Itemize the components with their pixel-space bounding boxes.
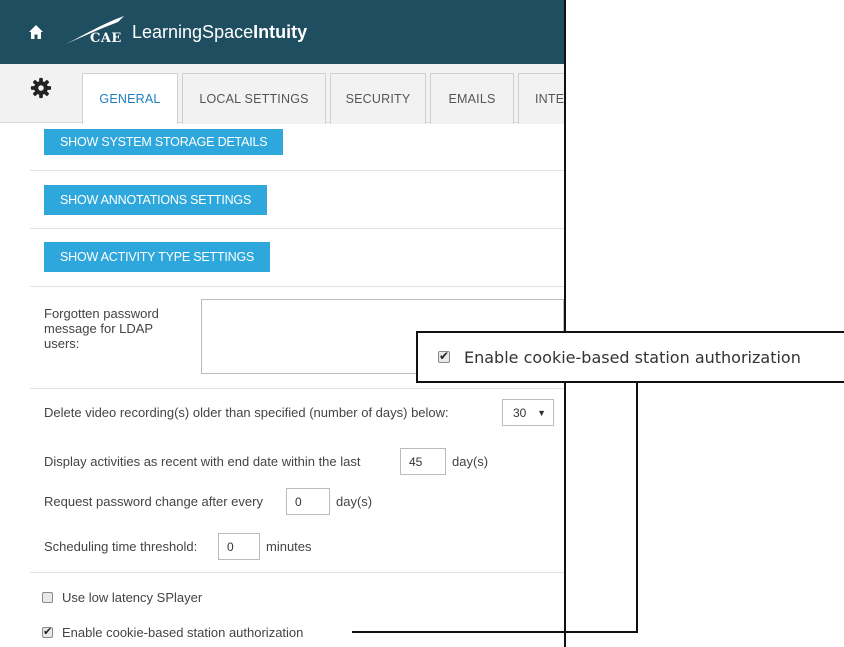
tab-integrations[interactable]: INTE [518, 73, 564, 124]
schedule-threshold-input[interactable]: 0 [218, 533, 260, 560]
password-days-unit: day(s) [336, 494, 373, 509]
password-change-label: Request password change after every [44, 494, 263, 509]
ldap-message-label: Forgotten password message for LDAP user… [44, 306, 159, 351]
ldap-label-line: message for LDAP [44, 321, 154, 336]
show-annotations-button[interactable]: SHOW ANNOTATIONS SETTINGS [44, 185, 268, 215]
tab-emails[interactable]: EMAILS [430, 73, 514, 124]
callout-checkbox [438, 349, 450, 363]
ldap-label-line: Forgotten password [44, 306, 159, 321]
top-navbar: CAE LearningSpaceIntuity [0, 0, 564, 64]
password-days-input[interactable]: 0 [286, 488, 330, 515]
zoom-callout: Enable cookie-based station authorizatio… [416, 331, 844, 383]
divider [30, 572, 564, 573]
logo-word: CAE [90, 31, 122, 46]
show-storage-button[interactable]: SHOW SYSTEM STORAGE DETAILS [44, 129, 284, 155]
low-latency-checkbox[interactable] [42, 592, 53, 603]
delete-recordings-label: Delete video recording(s) older than spe… [44, 405, 449, 420]
divider [30, 286, 564, 287]
tab-general[interactable]: GENERAL [82, 73, 178, 124]
divider [30, 170, 564, 171]
cookie-auth-label: Enable cookie-based station authorizatio… [62, 625, 304, 640]
ldap-label-line: users: [44, 336, 80, 351]
app-title: LearningSpaceIntuity [132, 22, 307, 43]
app-title-light: LearningSpace [132, 22, 254, 42]
schedule-threshold-unit: minutes [266, 539, 312, 554]
tabs-bar: GENERAL LOCAL SETTINGS SECURITY EMAILS I… [0, 64, 564, 124]
schedule-threshold-label: Scheduling time threshold: [44, 539, 198, 554]
app-title-bold: Intuity [253, 22, 308, 42]
home-icon[interactable] [28, 24, 44, 40]
callout-leader-line [352, 631, 638, 633]
settings-window: CAE LearningSpaceIntuity GENERAL LOCAL S… [0, 0, 566, 647]
recent-days-unit: day(s) [452, 454, 489, 469]
low-latency-label: Use low latency SPlayer [62, 590, 203, 605]
recent-days-input[interactable]: 45 [400, 448, 446, 475]
divider [30, 228, 564, 229]
tab-security[interactable]: SECURITY [330, 73, 426, 124]
callout-leader-line [636, 383, 638, 633]
gear-icon[interactable] [30, 77, 52, 99]
tab-local-settings[interactable]: LOCAL SETTINGS [182, 73, 326, 124]
recent-activities-label: Display activities as recent with end da… [44, 454, 361, 469]
callout-label: Enable cookie-based station authorizatio… [464, 348, 801, 367]
divider [30, 388, 564, 389]
show-activity-type-button[interactable]: SHOW ACTIVITY TYPE SETTINGS [44, 242, 271, 272]
chevron-down-icon: ▼ [537, 408, 546, 418]
delete-days-select[interactable]: 30 ▼ [502, 399, 554, 426]
delete-days-value: 30 [513, 405, 527, 420]
cookie-auth-checkbox[interactable] [42, 625, 53, 638]
